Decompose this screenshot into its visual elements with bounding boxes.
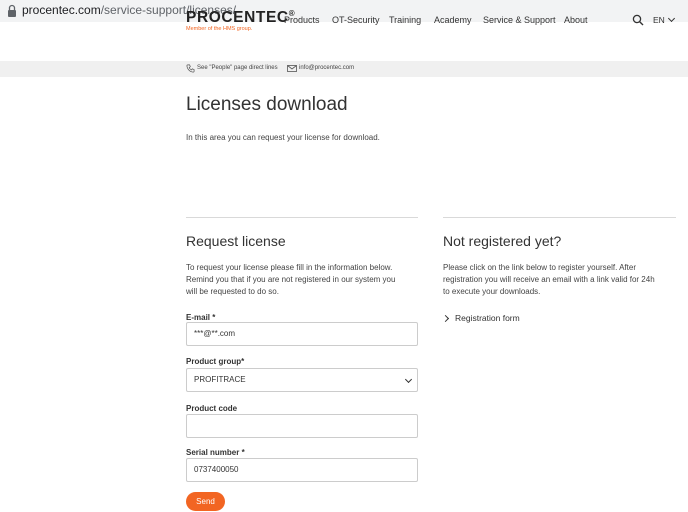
page-title: Licenses download: [186, 94, 348, 115]
send-button[interactable]: Send: [186, 492, 225, 511]
logo[interactable]: PROCENTEC®: [186, 9, 295, 27]
nav-academy[interactable]: Academy: [434, 15, 472, 25]
product-group-label: Product group*: [186, 357, 245, 366]
search-icon[interactable]: [632, 14, 644, 26]
mail-icon: [287, 65, 297, 72]
nav-service-support[interactable]: Service & Support: [483, 15, 556, 25]
contact-email-link[interactable]: info@procentec.com: [299, 65, 354, 71]
language-label: EN: [653, 15, 665, 25]
site-header: [0, 22, 688, 61]
request-description: To request your license please fill in t…: [186, 262, 426, 298]
product-code-label: Product code: [186, 404, 238, 413]
intro-text: In this area you can request your licens…: [186, 133, 380, 142]
register-description-line: to execute your downloads.: [443, 287, 541, 296]
url-domain: procentec.com: [22, 3, 101, 17]
nav-ot-security[interactable]: OT-Security: [332, 15, 380, 25]
registration-form-link[interactable]: Registration form: [455, 313, 520, 323]
chevron-down-icon: [404, 375, 413, 384]
chevron-right-icon: [441, 314, 450, 323]
divider-left: [186, 217, 418, 218]
language-selector[interactable]: EN: [653, 14, 675, 25]
lock-icon: [8, 4, 16, 17]
request-license-title: Request license: [186, 233, 286, 249]
chevron-down-icon: [667, 14, 675, 23]
not-registered-title: Not registered yet?: [443, 233, 562, 249]
register-description-line: registration you will receive an email w…: [443, 275, 655, 284]
nav-training[interactable]: Training: [389, 15, 421, 25]
divider-right: [443, 217, 676, 218]
register-description-line: Please click on the link below to regist…: [443, 263, 636, 272]
serial-number-label: Serial number *: [186, 448, 245, 457]
logo-tagline: Member of the HMS group.: [186, 26, 253, 32]
phone-icon: [186, 64, 195, 73]
email-label: E-mail *: [186, 313, 216, 322]
contact-phone-text[interactable]: See "People" page direct lines: [197, 65, 278, 71]
request-description-line: Remind you that if you are not registere…: [186, 275, 396, 284]
register-description: Please click on the link below to regist…: [443, 262, 683, 298]
email-field[interactable]: ***@**.com: [186, 322, 418, 346]
request-description-line: will be requested to do so.: [186, 287, 279, 296]
product-code-field[interactable]: [186, 414, 418, 438]
product-group-value: PROFITRACE: [194, 375, 246, 384]
serial-number-field[interactable]: 0737400050: [186, 458, 418, 482]
request-description-line: To request your license please fill in t…: [186, 263, 393, 272]
product-group-select[interactable]: PROFITRACE: [186, 368, 418, 392]
logo-text: PROCENTEC: [186, 9, 289, 26]
nav-products[interactable]: Products: [284, 15, 320, 25]
nav-about[interactable]: About: [564, 15, 588, 25]
